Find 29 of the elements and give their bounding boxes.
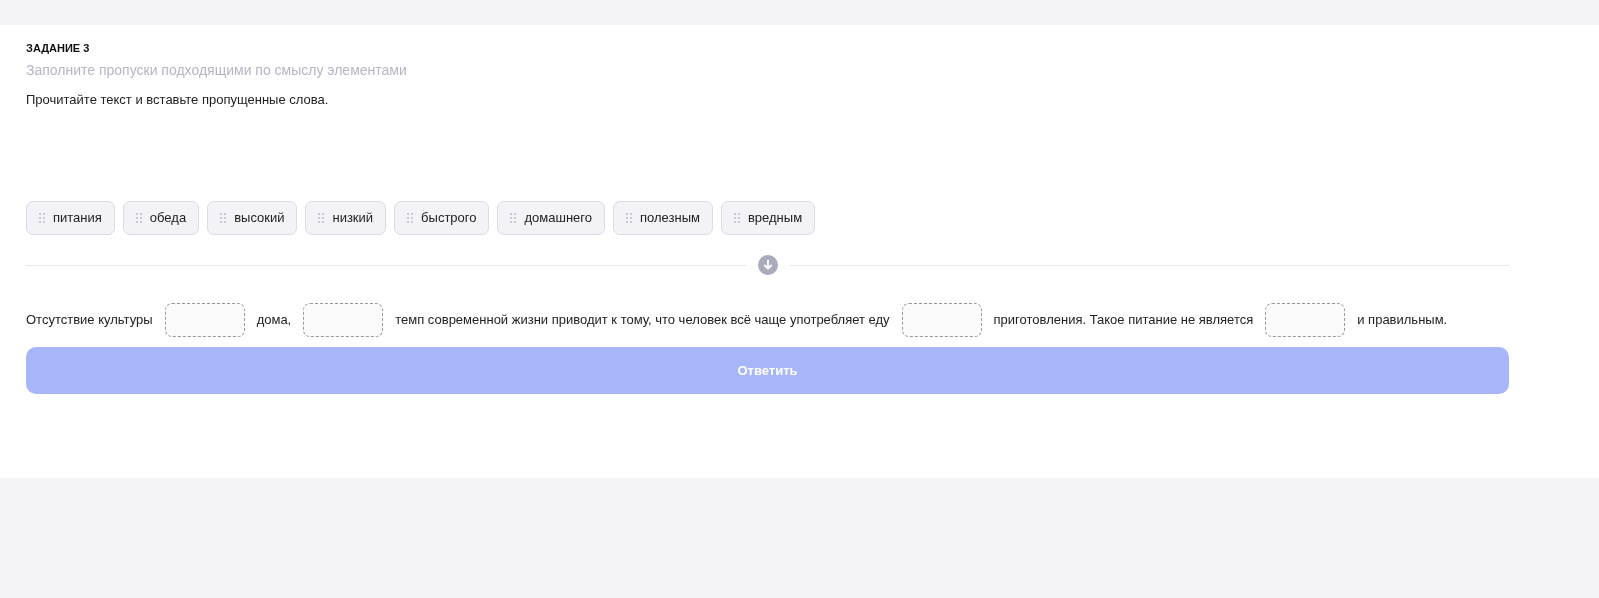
task-instruction: Прочитайте текст и вставьте пропущенные слова. [26,91,330,109]
drag-handle-icon [626,213,632,223]
word-chip[interactable]: домашнего [497,201,605,235]
sentence-text: Отсутствие культуры [26,311,153,329]
sentence-text: дома, [256,311,292,329]
drag-handle-icon [39,213,45,223]
drag-handle-icon [407,213,414,223]
sentence-text: темп современной жизни приводит к тому, что человек всё чаще употребляет еду [395,311,890,329]
sentence-text: приготовления. Такое питание не является [993,311,1254,329]
blank-drop-zone[interactable] [303,303,384,337]
word-chip[interactable]: низкий [305,201,387,235]
word-chip[interactable]: вредным [720,201,816,235]
arrow-down-icon [757,255,778,275]
drag-handle-icon [733,213,740,223]
blank-drop-zone[interactable] [164,303,245,337]
drag-handle-icon [510,213,517,223]
drag-handle-icon [220,213,227,223]
word-chip[interactable]: быстрого [394,201,490,235]
word-chip[interactable]: полезным [613,201,713,235]
task-title: ЗАДАНИЕ 3 [26,41,91,55]
word-chip[interactable]: питания [26,201,115,235]
sentence-text: и правильным. [1357,311,1448,329]
drag-handle-icon [318,213,325,223]
drag-handle-icon [135,213,142,223]
word-chip[interactable]: обеда [122,201,200,235]
blank-drop-zone[interactable] [1265,303,1346,337]
word-chip[interactable]: высокий [207,201,298,235]
task-subtitle: Заполните пропуски подходящими по смыслу элементами [26,61,408,79]
blank-drop-zone[interactable] [901,303,982,337]
